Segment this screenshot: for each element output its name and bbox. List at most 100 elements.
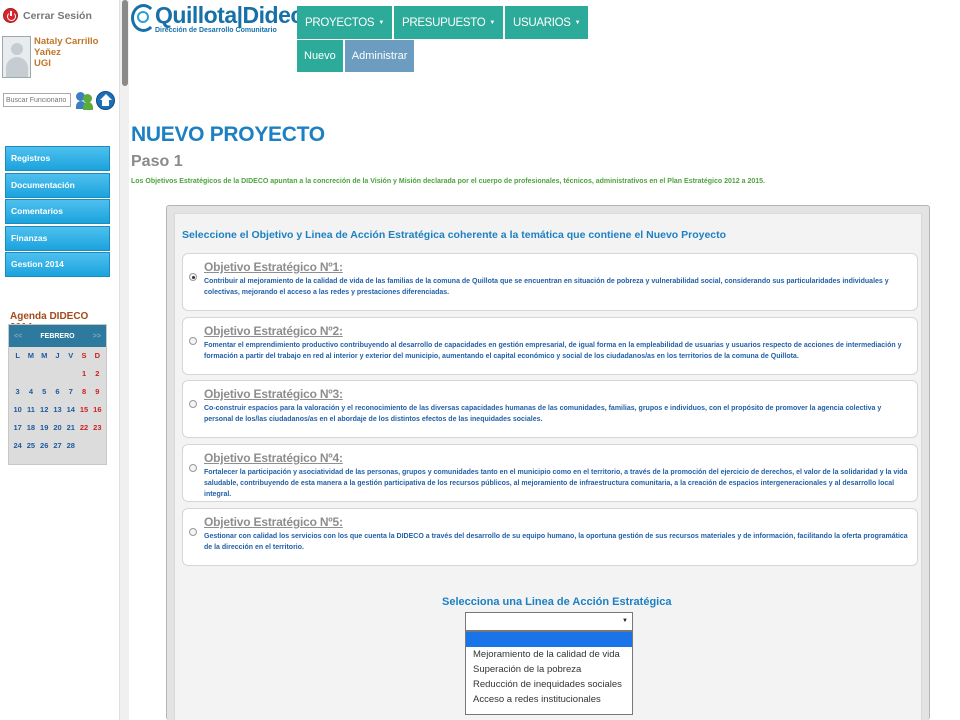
line-select-dropdown: Mejoramiento de la calidad de vida Super…: [465, 631, 633, 715]
objective-1[interactable]: Objetivo Estratégico Nº1: Contribuir al …: [182, 253, 918, 311]
menu-usuarios-label: USUARIOS: [513, 16, 571, 29]
menu-presupuesto[interactable]: PRESUPUESTO ▼: [393, 6, 503, 39]
calendar-day[interactable]: 2: [91, 369, 104, 379]
objective-3[interactable]: Objetivo Estratégico Nº3: Co-construir e…: [182, 380, 918, 438]
caret-down-icon: ▼: [378, 19, 384, 26]
sidebar-item-finanzas[interactable]: Finanzas: [5, 225, 110, 251]
line-select-label: Selecciona una Linea de Acción Estratégi…: [442, 596, 672, 608]
calendar-day[interactable]: 15: [77, 405, 90, 415]
users-icon[interactable]: [76, 90, 94, 110]
calendar-day[interactable]: 28: [64, 441, 77, 451]
calendar-day[interactable]: 24: [11, 441, 24, 451]
logo[interactable]: Quillota|Dideco Dirección de Desarrollo …: [130, 2, 317, 34]
calendar-grid: L M M J V S D 1 2 3 4 5 6 7 8 9 10 11 12 13 14 15 16 17 18 19 20 21…: [9, 347, 106, 451]
calendar: << FEBRERO >> L M M J V S D 1 2 3 4 5 6 7 8 9 10 11 12 13 14…: [8, 324, 107, 465]
objective-1-radio[interactable]: [189, 273, 197, 281]
objective-1-title: Objetivo Estratégico Nº1:: [204, 260, 343, 274]
sidebar-item-registros[interactable]: Registros: [5, 146, 110, 171]
calendar-day[interactable]: 13: [51, 405, 64, 415]
search-bar: [3, 90, 115, 110]
calendar-day[interactable]: 4: [24, 387, 37, 397]
calendar-day[interactable]: 1: [77, 369, 90, 379]
calendar-day: [51, 369, 64, 379]
search-input[interactable]: [3, 93, 71, 107]
sidebar-item-gestion-2014[interactable]: Gestion 2014: [5, 252, 110, 277]
calendar-prev-button[interactable]: <<: [14, 333, 22, 340]
calendar-day[interactable]: 19: [38, 423, 51, 433]
caret-down-icon: ▼: [489, 19, 495, 26]
calendar-day[interactable]: 6: [51, 387, 64, 397]
calendar-day-header: M: [27, 351, 35, 360]
calendar-day[interactable]: 20: [51, 423, 64, 433]
calendar-day[interactable]: 3: [11, 387, 24, 397]
calendar-day[interactable]: 23: [91, 423, 104, 433]
calendar-day[interactable]: 22: [77, 423, 90, 433]
calendar-day[interactable]: 5: [38, 387, 51, 397]
calendar-month: FEBRERO: [40, 332, 75, 340]
menu-proyectos[interactable]: PROYECTOS ▼: [297, 6, 392, 39]
calendar-day[interactable]: 27: [51, 441, 64, 451]
calendar-day-header: J: [55, 351, 60, 360]
calendar-day[interactable]: 14: [64, 405, 77, 415]
calendar-day-header: L: [15, 351, 20, 360]
calendar-day[interactable]: 7: [64, 387, 77, 397]
line-option-3[interactable]: Reducción de inequidades sociales: [466, 677, 632, 692]
objective-2-title: Objetivo Estratégico Nº2:: [204, 324, 343, 338]
line-option-1[interactable]: Mejoramiento de la calidad de vida: [466, 647, 632, 662]
calendar-day[interactable]: 11: [24, 405, 37, 415]
calendar-day[interactable]: 16: [91, 405, 104, 415]
menu-usuarios[interactable]: USUARIOS ▼: [505, 6, 589, 39]
calendar-day[interactable]: 17: [11, 423, 24, 433]
objective-4[interactable]: Objetivo Estratégico Nº4: Fortalecer la …: [182, 444, 918, 502]
logo-subtitle: Dirección de Desarrollo Comunitario: [155, 27, 277, 34]
user-name: Nataly Carrillo Yañez: [34, 36, 99, 58]
calendar-day-header: M: [41, 351, 48, 360]
line-option-4[interactable]: Acceso a redes institucionales: [466, 692, 632, 707]
calendar-day[interactable]: 10: [11, 405, 24, 415]
objective-2-desc: Fomentar el emprendimiento productivo co…: [204, 342, 902, 360]
submenu-administrar[interactable]: Administrar: [344, 40, 415, 72]
sidebar-item-documentacion[interactable]: Documentación: [5, 172, 110, 198]
calendar-day[interactable]: 18: [24, 423, 37, 433]
objective-3-desc: Co-construir espacios para la valoración…: [204, 405, 882, 423]
panel-heading: Seleccione el Objetivo y Linea de Acción…: [182, 229, 727, 241]
logout-button[interactable]: Cerrar Sesión: [3, 8, 92, 23]
sidebar: Cerrar Sesión Nataly Carrillo Yañez UGI …: [0, 0, 115, 720]
scroll-thumb[interactable]: [122, 0, 128, 86]
sidebar-item-comentarios[interactable]: Comentarios: [5, 199, 110, 224]
calendar-day-header: V: [68, 351, 74, 360]
user-card: Nataly Carrillo Yañez UGI: [2, 36, 104, 78]
avatar: [2, 36, 31, 78]
calendar-day: [11, 369, 24, 379]
objective-4-title: Objetivo Estratégico Nº4:: [204, 451, 343, 465]
sub-nav: Nuevo Administrar: [297, 40, 416, 72]
calendar-day[interactable]: 21: [64, 423, 77, 433]
home-icon[interactable]: [96, 90, 115, 110]
sidebar-nav: Registros Documentación Comentarios Fina…: [5, 146, 110, 279]
objective-2[interactable]: Objetivo Estratégico Nº2: Fomentar el em…: [182, 317, 918, 375]
calendar-next-button[interactable]: >>: [93, 333, 101, 340]
line-select[interactable]: ▼: [465, 612, 633, 631]
calendar-day[interactable]: 25: [24, 441, 37, 451]
calendar-day: [91, 441, 104, 451]
objective-4-radio[interactable]: [189, 464, 197, 472]
line-option-blank[interactable]: [466, 632, 632, 647]
calendar-day[interactable]: 8: [77, 387, 90, 397]
page-title: NUEVO PROYECTO: [131, 123, 325, 146]
line-option-2[interactable]: Superación de la pobreza: [466, 662, 632, 677]
objective-3-radio[interactable]: [189, 400, 197, 408]
objective-5[interactable]: Objetivo Estratégico Nº5: Gestionar con …: [182, 508, 918, 566]
calendar-day[interactable]: 9: [91, 387, 104, 397]
calendar-day: [24, 369, 37, 379]
scrollbar[interactable]: [119, 0, 129, 720]
calendar-day[interactable]: 26: [38, 441, 51, 451]
objective-5-radio[interactable]: [189, 528, 197, 536]
user-role: UGI: [34, 58, 51, 69]
menu-presupuesto-label: PRESUPUESTO: [401, 16, 486, 29]
objective-2-radio[interactable]: [189, 337, 197, 345]
calendar-day[interactable]: 12: [38, 405, 51, 415]
submenu-nuevo[interactable]: Nuevo: [297, 40, 343, 72]
caret-down-icon: ▼: [574, 19, 581, 26]
top-nav: PROYECTOS ▼ PRESUPUESTO ▼ USUARIOS ▼: [297, 6, 590, 39]
power-icon: [3, 8, 18, 23]
